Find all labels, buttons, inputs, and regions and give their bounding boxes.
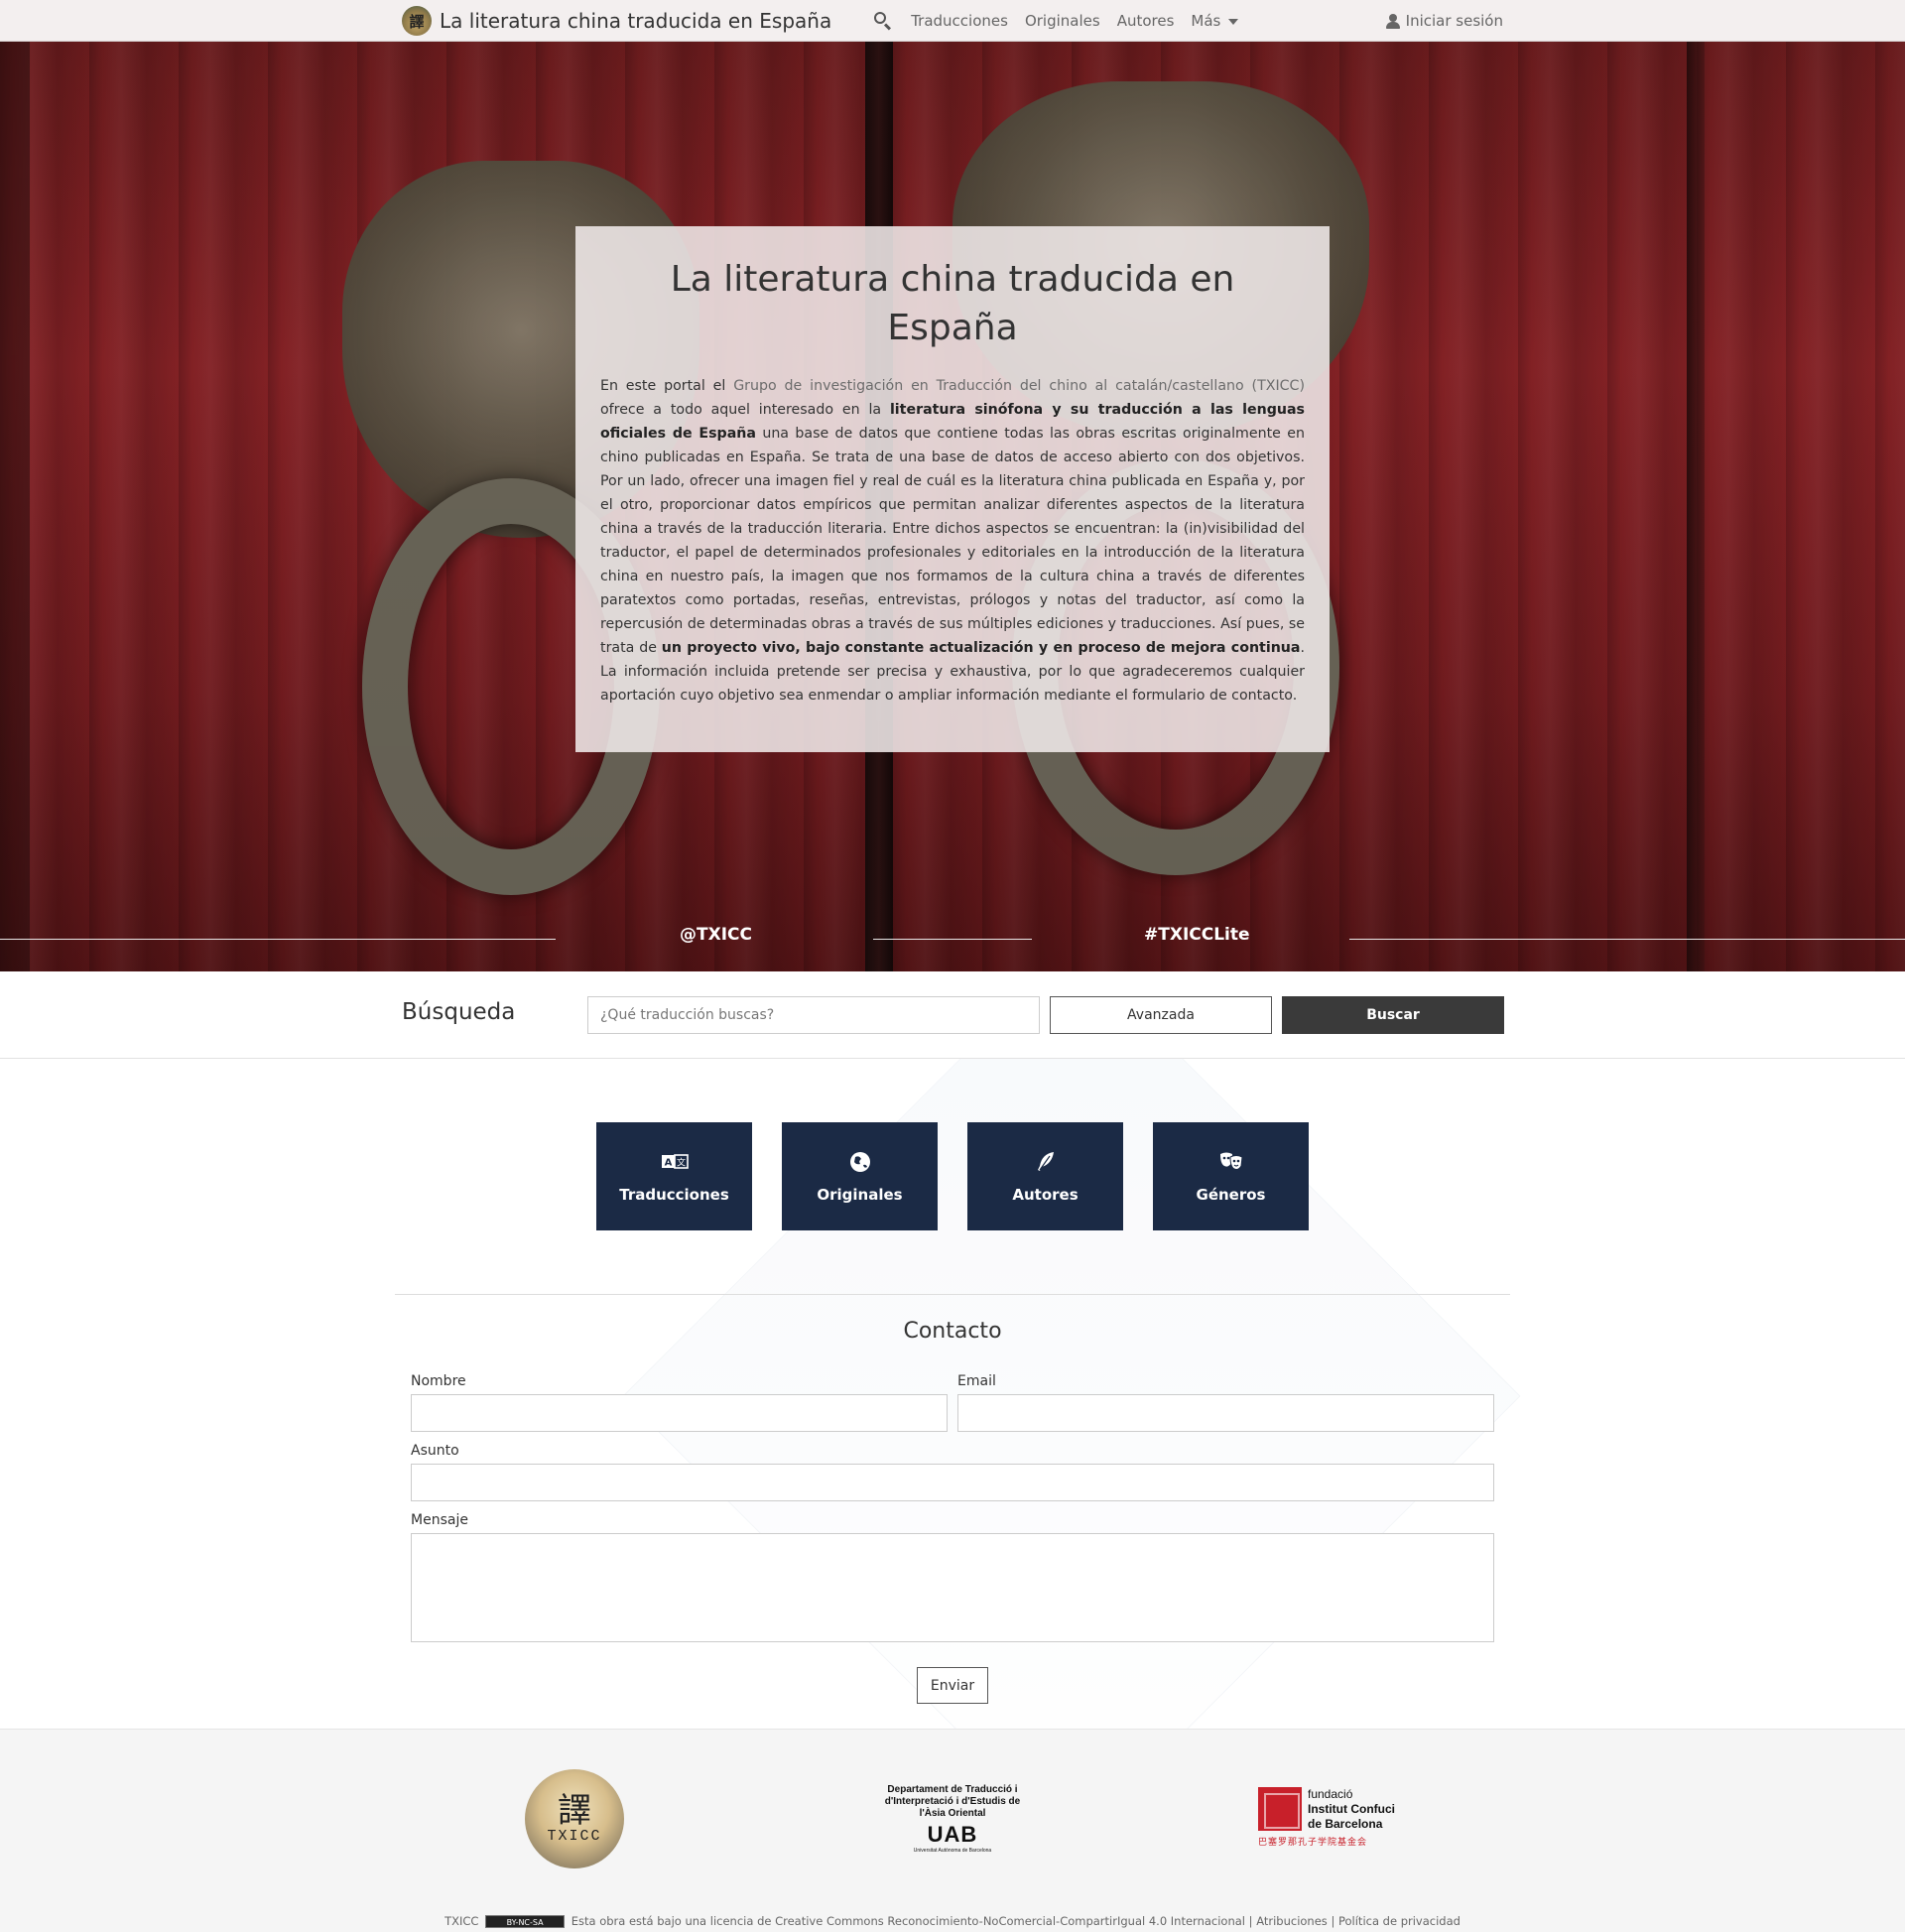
section-divider: [395, 1294, 1510, 1295]
user-icon: [1385, 13, 1400, 29]
nav-link-originales[interactable]: Originales: [1025, 12, 1100, 30]
brand-logo: 譯: [402, 6, 432, 36]
social-row: @TXICC #TXICCLite: [0, 925, 1905, 965]
category-tile-generos[interactable]: Géneros: [1153, 1122, 1309, 1230]
intro-paragraph: En este portal el Grupo de investigación…: [600, 374, 1305, 708]
main-content: A 文 Traducciones Originales Autores Géne…: [0, 1059, 1905, 1729]
institut-confuci-chinese: 巴塞罗那孔子学院基金会: [1258, 1838, 1368, 1848]
category-tile-originales[interactable]: Originales: [782, 1122, 938, 1230]
ic-line: Institut Confuci: [1308, 1802, 1395, 1816]
ic-line: de Barcelona: [1308, 1817, 1383, 1831]
license-line: TXICC BY-NC-SA Esta obra está bajo una l…: [0, 1914, 1905, 1928]
category-label: Traducciones: [619, 1185, 729, 1204]
social-divider: [873, 939, 1032, 940]
message-field[interactable]: [411, 1533, 1494, 1642]
nav-dropdown-mas-label: Más: [1191, 12, 1221, 30]
message-label: Mensaje: [411, 1512, 468, 1528]
confucius-seal-icon: [1258, 1787, 1302, 1831]
search-button[interactable]: Buscar: [1282, 996, 1504, 1034]
nav-dropdown-mas[interactable]: Más: [1191, 12, 1239, 30]
translate-icon: A 文: [661, 1153, 689, 1169]
svg-text:A: A: [664, 1157, 672, 1168]
brand-link[interactable]: 譯 La literatura china traducida en Españ…: [402, 6, 831, 36]
license-text: Esta obra está bajo una: [568, 1914, 710, 1928]
hashtag-link[interactable]: #TXICCLite: [1144, 925, 1250, 945]
search-title: Búsqueda: [402, 999, 516, 1025]
ic-line: fundació: [1308, 1787, 1353, 1801]
footer: 譯 TXICC Departament de Traducció i d'Int…: [0, 1729, 1905, 1932]
nav-links: Traducciones Originales Autores Más: [911, 12, 1239, 30]
intro-text: En este portal el: [600, 378, 734, 395]
email-label: Email: [957, 1373, 996, 1389]
txicc-logo[interactable]: 譯 TXICC: [525, 1769, 624, 1868]
feather-icon: [1037, 1151, 1054, 1171]
category-tile-traducciones[interactable]: A 文 Traducciones: [596, 1122, 752, 1230]
caret-down-icon: [1228, 18, 1239, 25]
institut-confuci-text: fundació Institut Confuci de Barcelona: [1308, 1787, 1395, 1832]
category-label: Géneros: [1196, 1185, 1266, 1204]
search-section: Búsqueda Avanzada Buscar: [0, 971, 1905, 1059]
login-link[interactable]: Iniciar sesión: [1385, 12, 1503, 30]
nav-link-autores[interactable]: Autores: [1117, 12, 1175, 30]
send-button[interactable]: Enviar: [917, 1667, 988, 1704]
search-icon[interactable]: [873, 11, 893, 31]
separator: |: [1245, 1914, 1257, 1928]
hero-title: La literatura china traducida en España: [670, 259, 1235, 348]
login-label: Iniciar sesión: [1405, 12, 1503, 30]
navbar: 譯 La literatura china traducida en Españ…: [0, 0, 1905, 42]
navbar-inner: 譯 La literatura china traducida en Españ…: [402, 0, 1503, 42]
uab-logo[interactable]: Departament de Traducció i d'Interpretac…: [883, 1784, 1022, 1854]
uab-mark: UAB: [927, 1822, 978, 1847]
group-link[interactable]: Grupo de investigación en Traducción del…: [733, 378, 1305, 394]
name-label: Nombre: [411, 1373, 466, 1389]
attributions-link[interactable]: Atribuciones: [1256, 1914, 1328, 1928]
license-prefix: TXICC: [444, 1914, 479, 1928]
uab-department: Departament de Traducció i d'Interpretac…: [884, 1784, 1021, 1819]
intro-highlight: un proyecto vivo, bajo constante actuali…: [661, 640, 1301, 657]
brand-title: La literatura china traducida en España: [440, 9, 832, 33]
category-tile-autores[interactable]: Autores: [967, 1122, 1123, 1230]
category-label: Originales: [817, 1185, 903, 1204]
social-divider: [1349, 939, 1905, 940]
email-field[interactable]: [957, 1394, 1494, 1432]
twitter-handle-link[interactable]: @TXICC: [680, 925, 752, 945]
hero-banner: La literatura china traducida en España …: [0, 42, 1905, 971]
intro-card: La literatura china traducida en España …: [575, 226, 1330, 752]
cc-license-badge[interactable]: BY-NC-SA: [485, 1915, 566, 1928]
subject-field[interactable]: [411, 1464, 1494, 1501]
advanced-search-button[interactable]: Avanzada: [1050, 996, 1272, 1034]
theater-masks-icon: [1219, 1152, 1243, 1170]
subject-label: Asunto: [411, 1443, 459, 1459]
privacy-link[interactable]: Política de privacidad: [1338, 1914, 1460, 1928]
category-tiles: A 文 Traducciones Originales Autores Géne…: [596, 1122, 1309, 1230]
search-input[interactable]: [587, 996, 1040, 1034]
txicc-logo-text: TXICC: [547, 1827, 602, 1845]
contact-title: Contacto: [903, 1319, 1002, 1344]
uab-university: Universitat Autònoma de Barcelona: [913, 1848, 992, 1854]
intro-text: ofrece a todo aquel interesado en la: [600, 402, 890, 419]
category-label: Autores: [1012, 1185, 1079, 1204]
txicc-logo-glyph: 譯: [558, 1790, 591, 1831]
name-field[interactable]: [411, 1394, 948, 1432]
separator: |: [1327, 1914, 1338, 1928]
institut-confuci-logo[interactable]: fundació Institut Confuci de Barcelona 巴…: [1258, 1787, 1407, 1848]
license-link[interactable]: licencia de Creative Commons Reconocimie…: [710, 1914, 1245, 1928]
nav-link-traducciones[interactable]: Traducciones: [911, 12, 1008, 30]
globe-asia-icon: [849, 1151, 870, 1172]
svg-text:文: 文: [676, 1156, 685, 1168]
intro-text: una base de datos que contiene todas las…: [600, 426, 1305, 657]
social-divider: [0, 939, 556, 940]
